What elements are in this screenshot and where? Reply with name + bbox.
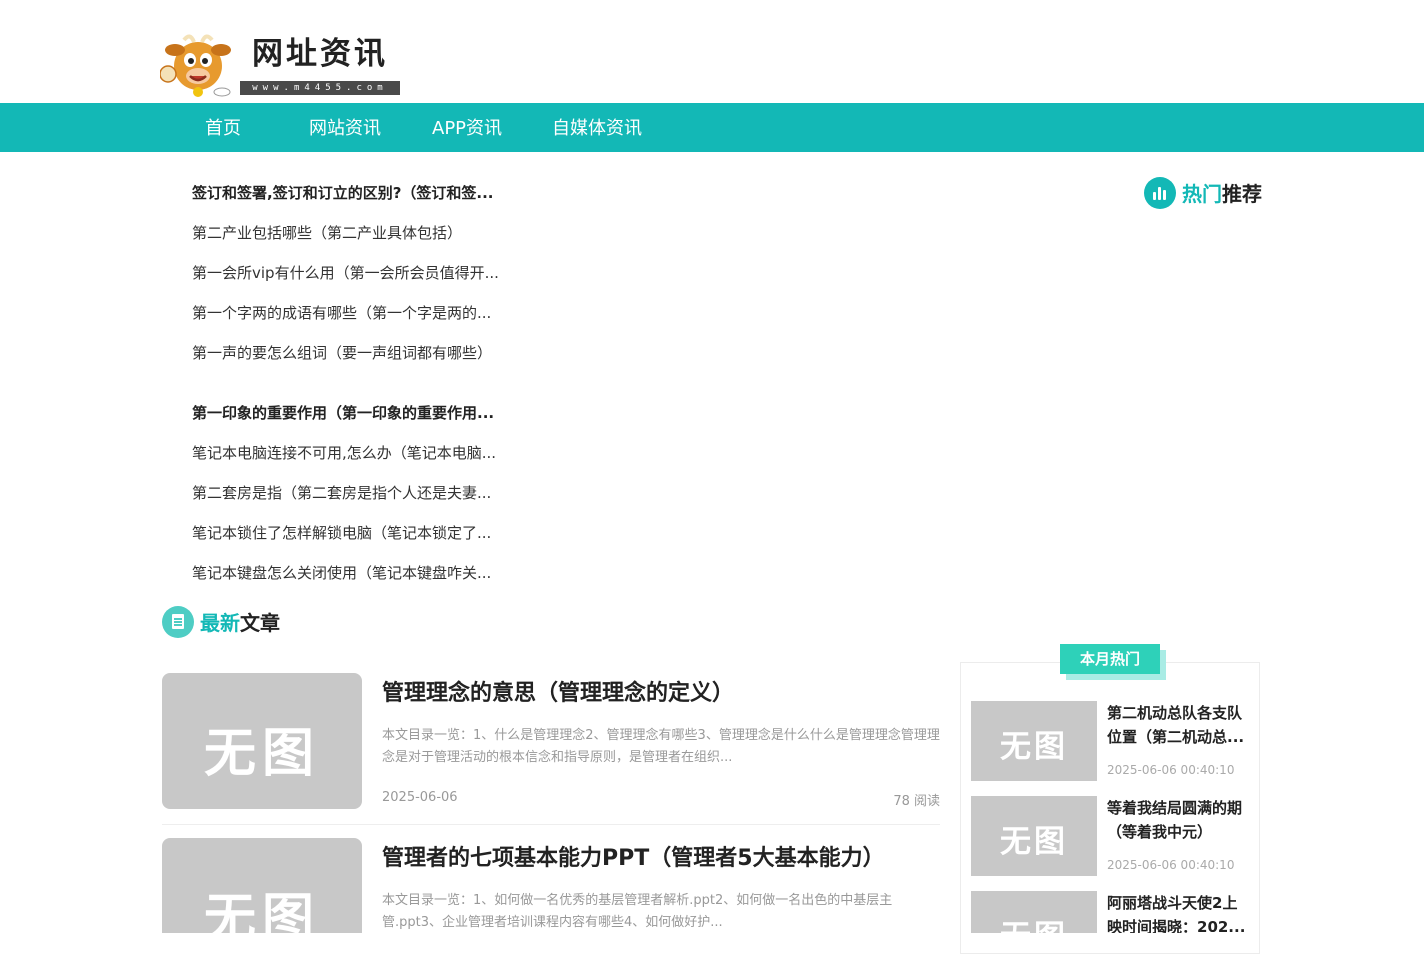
article-thumbnail[interactable]: 无图	[162, 838, 362, 933]
headline-item[interactable]: 第一个字两的成语有哪些（第一个字是两的...	[192, 302, 491, 323]
nav-item-media-news[interactable]: 自媒体资讯	[552, 103, 642, 152]
sidebar-article: 无图 第二机动总队各支队位置（第二机动总... 2025-06-06 00:40…	[971, 701, 1251, 783]
article-card: 无图 管理者的七项基本能力PPT（管理者5大基本能力） 本文目录一览：1、如何做…	[162, 838, 940, 933]
sidebar-article: 无图 阿丽塔战斗天使2上映时间揭晓：202...	[971, 891, 1251, 933]
site-url: www.m4455.com	[240, 81, 400, 95]
monthly-hot-label: 本月热门	[1060, 644, 1160, 674]
headline-item[interactable]: 笔记本键盘怎么关闭使用（笔记本键盘咋关...	[192, 562, 491, 583]
article-excerpt: 本文目录一览：1、如何做一名优秀的基层管理者解析.ppt2、如何做一名出色的中基…	[382, 893, 893, 930]
sidebar-thumbnail[interactable]: 无图	[971, 701, 1097, 781]
main-nav: 首页 网站资讯 APP资讯 自媒体资讯	[0, 103, 1424, 152]
headline-item[interactable]: 第二产业包括哪些（第二产业具体包括）	[192, 222, 462, 243]
nav-item-app-news[interactable]: APP资讯	[432, 103, 502, 152]
headline-item[interactable]: 签订和签署,签订和订立的区别?（签订和签...	[192, 182, 494, 203]
article-thumbnail[interactable]: 无图	[162, 673, 362, 809]
latest-articles-title: 最新文章	[200, 611, 280, 635]
sidebar-article-title[interactable]: 阿丽塔战斗天使2上映时间揭晓：202...	[1107, 891, 1247, 933]
headline-item[interactable]: 第一会所vip有什么用（第一会所会员值得开...	[192, 262, 499, 283]
article-title[interactable]: 管理者的七项基本能力PPT（管理者5大基本能力）	[382, 840, 885, 872]
monthly-hot-tab: 本月热门	[1060, 644, 1168, 680]
site-logo[interactable]: 网址资讯 www.m4455.com	[160, 28, 405, 100]
headline-item[interactable]: 第一印象的重要作用（第一印象的重要作用...	[192, 402, 494, 423]
article-card: 无图 管理理念的意思（管理理念的定义） 本文目录一览：1、什么是管理理念2、管理…	[162, 673, 940, 813]
sidebar-article-title[interactable]: 第二机动总队各支队位置（第二机动总...	[1107, 701, 1247, 749]
article-views: 78 阅读	[893, 794, 940, 809]
sidebar-thumbnail[interactable]: 无图	[971, 796, 1097, 876]
site-title: 网址资讯	[252, 36, 388, 72]
sidebar-article: 无图 等着我结局圆满的期（等着我中元） 2025-06-06 00:40:10	[971, 796, 1251, 878]
sidebar-article-title[interactable]: 等着我结局圆满的期（等着我中元）	[1107, 796, 1247, 844]
article-excerpt: 本文目录一览：1、什么是管理理念2、管理理念有哪些3、管理理念是什么什么是管理理…	[382, 728, 940, 765]
bar-chart-icon	[1144, 177, 1176, 209]
document-icon	[162, 606, 194, 638]
nav-item-home[interactable]: 首页	[205, 103, 241, 152]
article-divider	[162, 824, 940, 825]
nav-item-website-news[interactable]: 网站资讯	[309, 103, 381, 152]
article-title[interactable]: 管理理念的意思（管理理念的定义）	[382, 675, 734, 707]
sidebar-article-date: 2025-06-06 00:40:10	[1107, 858, 1235, 872]
sidebar-thumbnail[interactable]: 无图	[971, 891, 1097, 933]
headline-item[interactable]: 笔记本锁住了怎样解锁电脑（笔记本锁定了...	[192, 522, 491, 543]
sidebar-article-date: 2025-06-06 00:40:10	[1107, 763, 1235, 777]
headline-item[interactable]: 第一声的要怎么组词（要一声组词都有哪些）	[192, 342, 492, 363]
article-date: 2025-06-06	[382, 790, 458, 805]
site-header: 网址资讯 www.m4455.com	[0, 0, 1424, 103]
hot-recommend-title: 热门推荐	[1182, 182, 1262, 206]
headline-item[interactable]: 第二套房是指（第二套房是指个人还是夫妻...	[192, 482, 491, 503]
headline-item[interactable]: 笔记本电脑连接不可用,怎么办（笔记本电脑...	[192, 442, 496, 463]
cow-mascot-icon	[160, 34, 231, 97]
